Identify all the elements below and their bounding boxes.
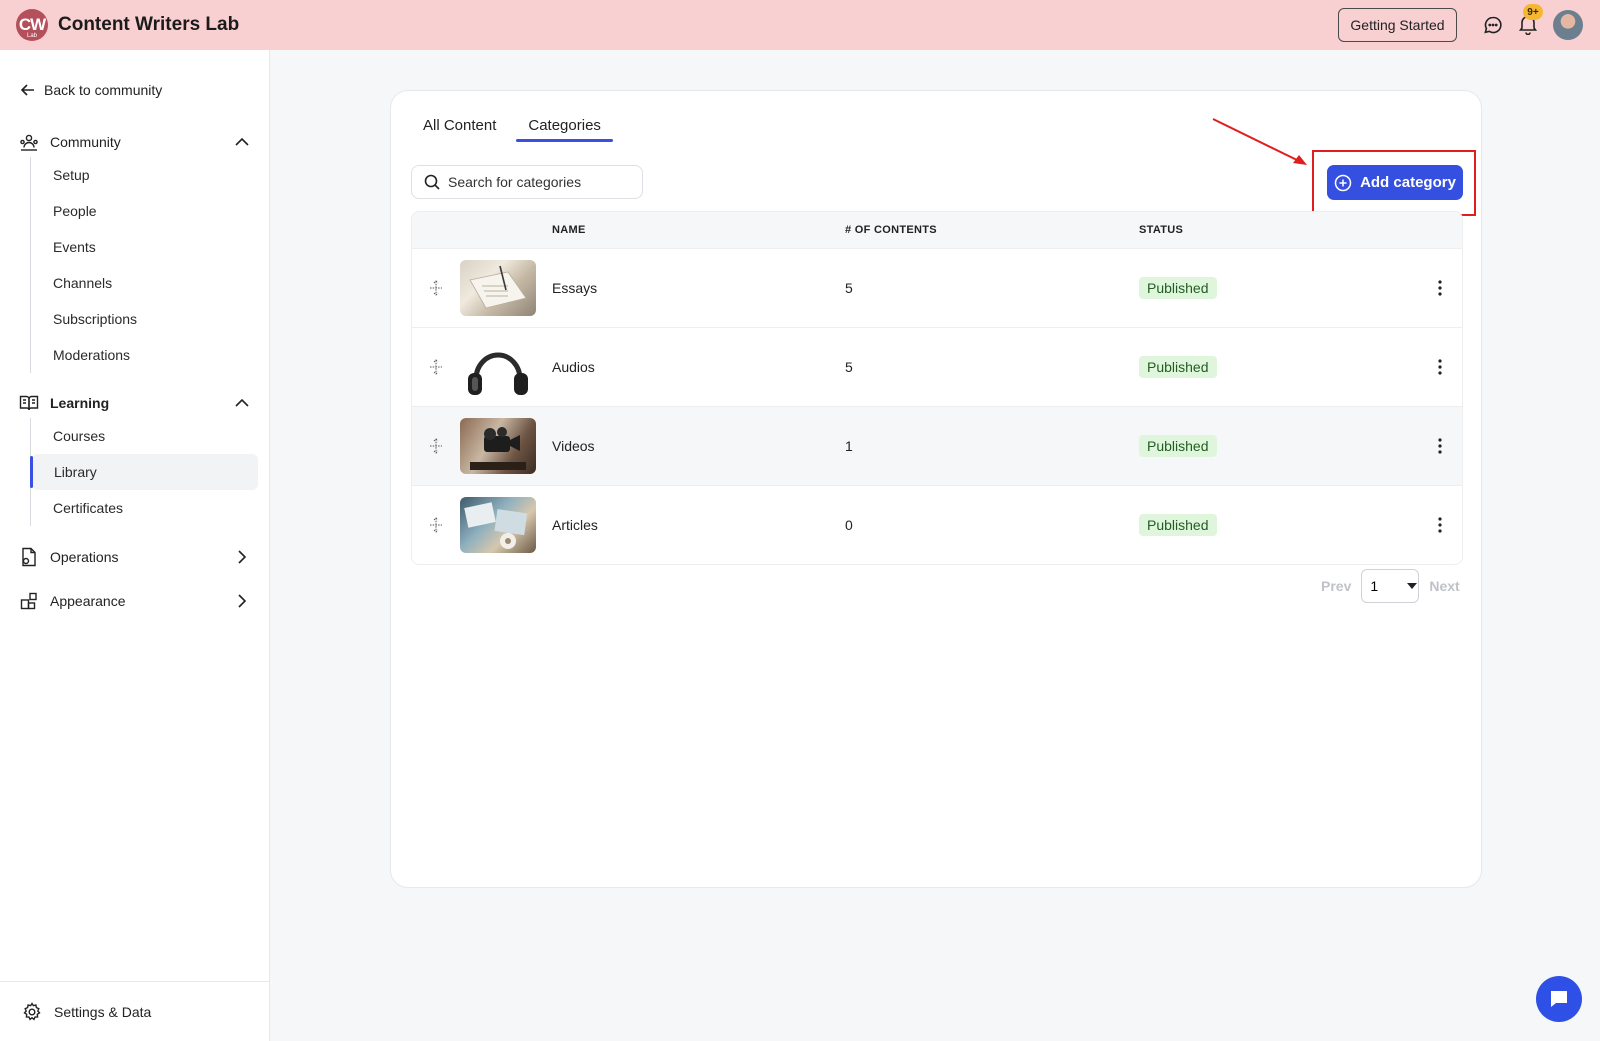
status-badge: Published [1139,277,1217,299]
sidebar-item-courses[interactable]: Courses [31,418,258,454]
arrow-left-icon [20,84,34,96]
category-thumbnail [460,260,536,316]
category-name[interactable]: Videos [552,438,845,454]
search-icon [424,174,440,190]
sidebar-item-events[interactable]: Events [31,229,258,265]
learning-sub-list: Courses Library Certificates [30,418,258,526]
prev-button[interactable]: Prev [1321,578,1351,594]
category-name[interactable]: Articles [552,517,845,533]
search-input[interactable] [448,174,628,190]
plus-circle-icon [1334,174,1352,191]
operations-label: Operations [50,549,119,565]
community-label: Community [50,134,121,150]
sidebar-item-channels[interactable]: Channels [31,265,258,301]
column-header-name[interactable]: NAME [552,224,845,236]
status-badge: Published [1139,435,1217,457]
getting-started-button[interactable]: Getting Started [1338,8,1457,42]
annotation-arrow [1212,118,1307,165]
table-row[interactable]: Audios 5 Published [412,327,1462,406]
page-select[interactable]: 1 [1361,569,1420,603]
sidebar-section-operations[interactable]: Operations [18,542,250,572]
content-tabs: All Content Categories [411,117,621,142]
sidebar-section-community[interactable]: Community [18,127,250,157]
app-title[interactable]: Content Writers Lab [58,14,239,36]
search-box[interactable] [411,165,643,199]
chevron-right-icon[interactable] [234,593,250,609]
drag-handle-icon[interactable] [412,280,460,296]
chevron-up-icon[interactable] [234,134,250,150]
next-button[interactable]: Next [1429,578,1459,594]
back-to-community-link[interactable]: Back to community [20,82,162,98]
categories-table: NAME # OF CONTENTS STATUS Essays 5 Publi… [411,211,1463,565]
appearance-icon [18,590,40,612]
chat-bubble-icon [1551,991,1567,1007]
table-row[interactable]: Essays 5 Published [412,248,1462,327]
sidebar-item-people[interactable]: People [31,193,258,229]
category-count: 5 [845,280,853,296]
chat-icon[interactable] [1481,13,1505,37]
learning-label: Learning [50,395,110,411]
app-logo[interactable]: CW Lab [16,9,48,41]
column-header-status[interactable]: STATUS [1139,224,1419,236]
content-card: All Content Categories Add category NAME… [390,90,1482,888]
chevron-right-icon[interactable] [234,549,250,565]
category-count: 5 [845,359,853,375]
add-category-label: Add category [1360,174,1456,191]
category-count: 1 [845,438,853,454]
support-chat-button[interactable] [1536,976,1582,1022]
sidebar-item-subscriptions[interactable]: Subscriptions [31,301,258,337]
tab-all-content[interactable]: All Content [411,117,508,142]
category-name[interactable]: Audios [552,359,845,375]
gear-icon [23,1001,41,1021]
avatar[interactable] [1553,10,1583,40]
table-row[interactable]: Articles 0 Published [412,485,1462,564]
back-label: Back to community [44,82,163,98]
drag-handle-icon[interactable] [412,517,460,533]
table-row[interactable]: Videos 1 Published [412,406,1462,485]
more-vertical-icon[interactable] [1430,435,1450,457]
pagination: Prev 1 Next [1321,569,1463,603]
status-badge: Published [1139,356,1217,378]
category-thumbnail [460,497,536,553]
top-bar: CW Lab Content Writers Lab Getting Start… [0,0,1600,50]
category-thumbnail [460,418,536,474]
community-sub-list: Setup People Events Channels Subscriptio… [30,157,258,373]
category-thumbnail [460,339,536,395]
table-header: NAME # OF CONTENTS STATUS [412,212,1462,248]
sidebar-item-certificates[interactable]: Certificates [31,490,258,526]
notification-badge: 9+ [1523,4,1543,20]
more-vertical-icon[interactable] [1430,277,1450,299]
more-vertical-icon[interactable] [1430,514,1450,536]
book-icon [18,392,40,414]
appearance-label: Appearance [50,593,126,609]
drag-handle-icon[interactable] [412,359,460,375]
tab-categories[interactable]: Categories [516,117,613,142]
more-vertical-icon[interactable] [1430,356,1450,378]
sidebar-section-learning[interactable]: Learning [18,388,250,418]
category-name[interactable]: Essays [552,280,845,296]
operations-icon [18,546,40,568]
chevron-up-icon[interactable] [234,395,250,411]
settings-label: Settings & Data [54,1003,152,1020]
community-icon [18,131,40,153]
category-count: 0 [845,517,853,533]
sidebar-item-library[interactable]: Library [30,454,258,490]
column-header-contents[interactable]: # OF CONTENTS [845,224,1139,236]
sidebar: Back to community Community Setup People… [0,50,270,1041]
status-badge: Published [1139,514,1217,536]
add-category-button[interactable]: Add category [1327,165,1463,200]
sidebar-section-appearance[interactable]: Appearance [18,586,250,616]
sidebar-item-moderations[interactable]: Moderations [31,337,258,373]
sidebar-item-setup[interactable]: Setup [31,157,258,193]
settings-and-data-link[interactable]: Settings & Data [0,981,269,1041]
drag-handle-icon[interactable] [412,438,460,454]
